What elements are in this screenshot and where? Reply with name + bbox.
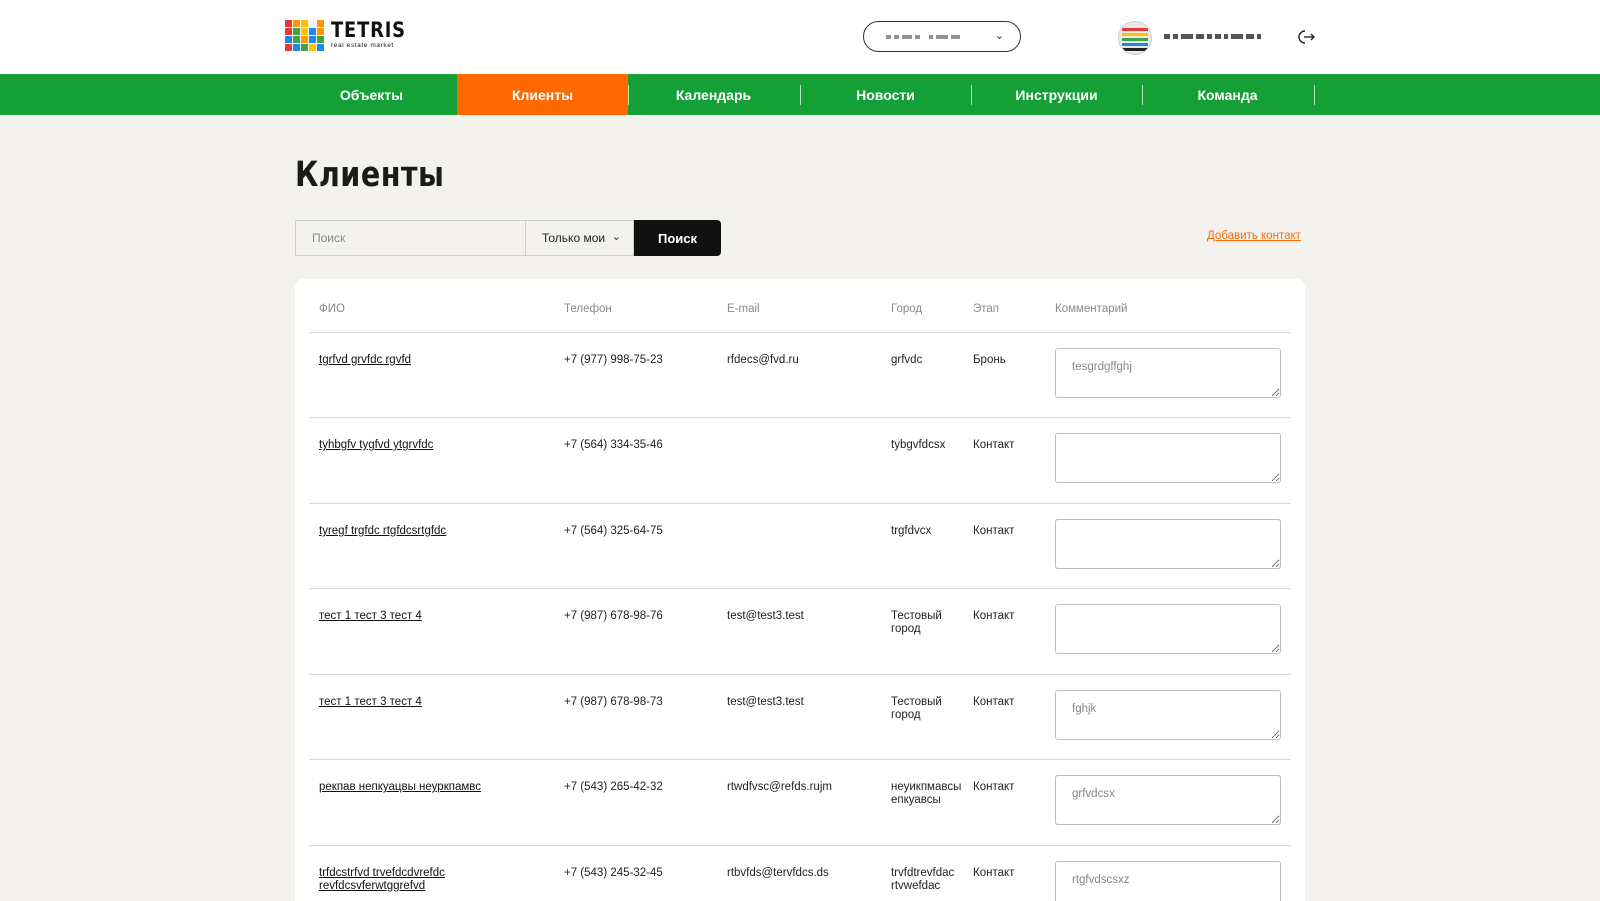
column-header-phone: Телефон bbox=[564, 303, 612, 315]
client-city: tybgvfdcsx bbox=[891, 439, 946, 451]
nav-item-calendar[interactable]: Календарь bbox=[628, 74, 799, 115]
search-input[interactable] bbox=[295, 220, 525, 256]
main-nav: Объекты Клиенты Календарь Новости Инстру… bbox=[0, 74, 1600, 115]
page-title: Клиенты bbox=[295, 155, 445, 195]
column-header-stage: Этап bbox=[973, 303, 1000, 315]
client-name-link[interactable]: рекпав непкуацвы неуркпамвс bbox=[319, 781, 549, 794]
client-phone: +7 (543) 265-42-32 bbox=[564, 781, 663, 793]
comment-field[interactable]: fghjk bbox=[1055, 690, 1281, 740]
client-name-link[interactable]: tgrfvd grvfdc rgvfd bbox=[319, 354, 549, 367]
client-stage: Контакт bbox=[973, 781, 1015, 793]
table-row: tyregf trgfdc rtgfdcsrtgfdc +7 (564) 325… bbox=[309, 503, 1291, 589]
comment-field[interactable] bbox=[1055, 433, 1281, 483]
logo-mark bbox=[285, 20, 324, 51]
add-contact-link[interactable]: Добавить контакт bbox=[1207, 230, 1301, 242]
table-row: tgrfvd grvfdc rgvfd +7 (977) 998-75-23 r… bbox=[309, 332, 1291, 418]
client-phone: +7 (987) 678-98-76 bbox=[564, 610, 663, 622]
client-email: rfdecs@fvd.ru bbox=[727, 354, 799, 366]
nav-item-team[interactable]: Команда bbox=[1142, 74, 1313, 115]
client-email: test@test3.test bbox=[727, 696, 804, 708]
nav-item-instructions[interactable]: Инструкции bbox=[971, 74, 1142, 115]
logout-icon[interactable] bbox=[1298, 28, 1316, 46]
nav-divider bbox=[1314, 85, 1315, 105]
client-city: grfvdc bbox=[891, 354, 923, 366]
column-header-comment: Комментарий bbox=[1055, 303, 1128, 315]
client-city: trvfdtrevfdac rtvwefdac bbox=[891, 867, 955, 892]
table-row: рекпав непкуацвы неуркпамвс +7 (543) 265… bbox=[309, 759, 1291, 845]
table-row: тест 1 тест 3 тест 4 +7 (987) 678-98-73 … bbox=[309, 674, 1291, 760]
comment-field[interactable]: rtgfvdscsxz bbox=[1055, 861, 1281, 901]
client-email: rtwdfvsc@refds.rujm bbox=[727, 781, 832, 793]
column-header-name: ФИО bbox=[319, 303, 345, 315]
client-city: неуикпмавсы епкуавсы bbox=[891, 781, 962, 806]
client-city: trgfdvcx bbox=[891, 525, 932, 537]
nav-item-objects[interactable]: Объекты bbox=[286, 74, 457, 115]
client-phone: +7 (543) 245-32-45 bbox=[564, 867, 663, 879]
column-header-email: E-mail bbox=[727, 303, 760, 315]
comment-field[interactable]: tesgrdgffghj bbox=[1055, 348, 1281, 398]
table-row: тест 1 тест 3 тест 4 +7 (987) 678-98-76 … bbox=[309, 588, 1291, 674]
client-stage: Бронь bbox=[973, 354, 1006, 366]
chevron-down-icon: ⌄ bbox=[611, 231, 621, 243]
comment-field[interactable]: grfvdcsx bbox=[1055, 775, 1281, 825]
client-stage: Контакт bbox=[973, 696, 1015, 708]
client-city: Тестовый город bbox=[891, 696, 942, 721]
nav-item-clients[interactable]: Клиенты bbox=[457, 74, 628, 115]
nav-item-news[interactable]: Новости bbox=[800, 74, 971, 115]
chevron-down-icon: ⌄ bbox=[994, 30, 1004, 42]
search-button[interactable]: Поиск bbox=[634, 220, 721, 256]
comment-field[interactable] bbox=[1055, 604, 1281, 654]
client-name-link[interactable]: тест 1 тест 3 тест 4 bbox=[319, 610, 549, 623]
city-select-value-obscured bbox=[886, 35, 960, 39]
client-phone: +7 (987) 678-98-73 bbox=[564, 696, 663, 708]
logo-subtitle: real estate market bbox=[331, 42, 394, 49]
avatar[interactable] bbox=[1118, 21, 1152, 55]
client-email: test@test3.test bbox=[727, 610, 804, 622]
client-stage: Контакт bbox=[973, 867, 1015, 879]
client-name-link[interactable]: тест 1 тест 3 тест 4 bbox=[319, 696, 549, 709]
city-select[interactable]: ⌄ bbox=[863, 21, 1021, 52]
top-header: TETRIS real estate market ⌄ bbox=[0, 0, 1600, 74]
client-email: rtbvfds@tervfdcs.ds bbox=[727, 867, 829, 879]
owner-filter-select[interactable]: Только мои ⌄ bbox=[525, 220, 634, 256]
client-name-link[interactable]: tyhbgfv tygfvd ytgrvfdc bbox=[319, 439, 549, 452]
client-phone: +7 (564) 325-64-75 bbox=[564, 525, 663, 537]
client-stage: Контакт bbox=[973, 439, 1015, 451]
logo-title: TETRIS bbox=[331, 18, 406, 42]
logo[interactable]: TETRIS real estate market bbox=[285, 20, 415, 54]
comment-field[interactable] bbox=[1055, 519, 1281, 569]
column-header-city: Город bbox=[891, 303, 923, 315]
user-name-obscured[interactable] bbox=[1164, 34, 1261, 39]
table-row: tyhbgfv tygfvd ytgrvfdc +7 (564) 334-35-… bbox=[309, 417, 1291, 503]
client-name-link[interactable]: trfdcstrfvd trvefdcdvrefdc revfdcsvferwt… bbox=[319, 867, 549, 893]
client-city: Тестовый город bbox=[891, 610, 942, 635]
client-phone: +7 (564) 334-35-46 bbox=[564, 439, 663, 451]
table-row: trfdcstrfvd trvefdcdvrefdc revfdcsvferwt… bbox=[309, 845, 1291, 901]
client-name-link[interactable]: tyregf trgfdc rtgfdcsrtgfdc bbox=[319, 525, 549, 538]
client-stage: Контакт bbox=[973, 525, 1015, 537]
client-phone: +7 (977) 998-75-23 bbox=[564, 354, 663, 366]
client-stage: Контакт bbox=[973, 610, 1015, 622]
owner-filter-value: Только мои bbox=[542, 231, 606, 245]
